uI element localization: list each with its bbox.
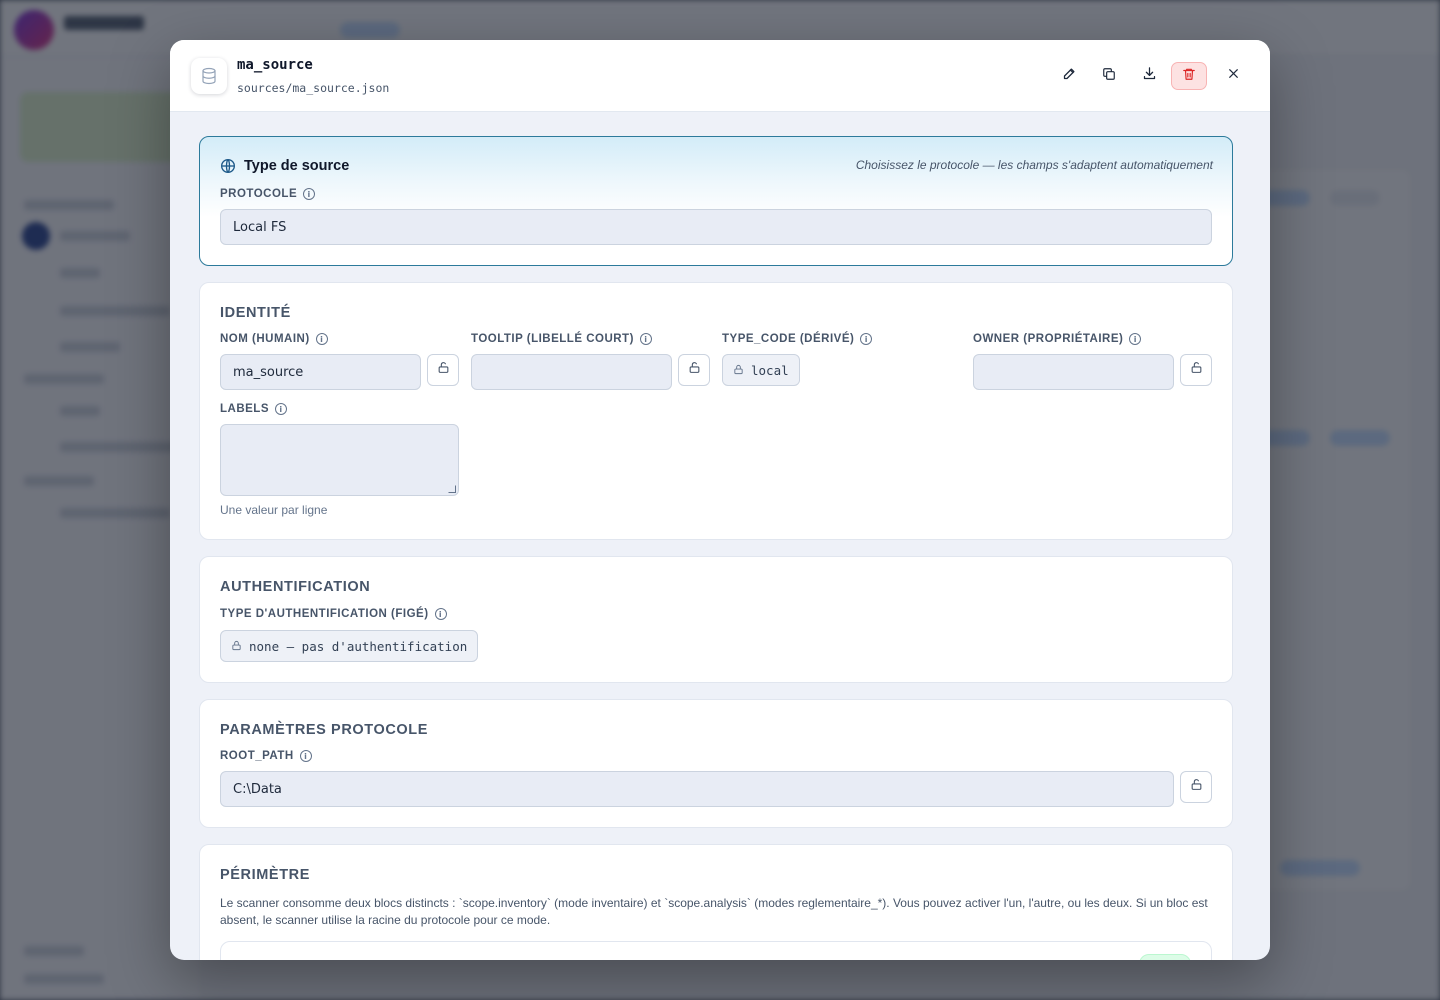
auth-type-label: TYPE D'AUTHENTIFICATION (FIGÉ) i bbox=[220, 608, 447, 620]
info-icon[interactable]: i bbox=[639, 333, 652, 345]
delete-button[interactable] bbox=[1171, 62, 1207, 90]
nom-lock-button[interactable] bbox=[427, 354, 459, 386]
tooltip-label: TOOLTIP (LIBELLÉ COURT) i bbox=[471, 333, 652, 345]
unlock-icon bbox=[1190, 778, 1203, 796]
scope-block[interactable] bbox=[220, 941, 1212, 960]
lock-icon bbox=[733, 363, 744, 378]
unlock-icon bbox=[688, 361, 701, 379]
modal-file-path: sources/ma_source.json bbox=[237, 81, 390, 95]
protocol-label: PROTOCOLE i bbox=[220, 188, 316, 200]
unlock-icon bbox=[437, 361, 450, 379]
root-path-label-text: ROOT_PATH bbox=[220, 750, 294, 762]
params-title: PARAMÈTRES PROTOCOLE bbox=[220, 722, 429, 738]
edit-button[interactable] bbox=[1051, 62, 1087, 90]
params-card: PARAMÈTRES PROTOCOLE ROOT_PATH i C:\Data bbox=[199, 699, 1233, 828]
info-icon[interactable]: i bbox=[860, 333, 873, 345]
protocol-card-hint: Choisissez le protocole — les champs s'a… bbox=[855, 158, 1213, 172]
download-button[interactable] bbox=[1131, 62, 1167, 90]
lock-icon bbox=[231, 639, 242, 654]
modal-body[interactable]: Type de source Choisissez le protocole —… bbox=[170, 112, 1270, 960]
type-code-chip: local bbox=[722, 354, 800, 386]
perimetre-title: PÉRIMÈTRE bbox=[220, 867, 310, 883]
owner-label-text: OWNER (PROPRIÉTAIRE) bbox=[973, 333, 1124, 345]
close-button[interactable] bbox=[1215, 62, 1251, 90]
info-icon[interactable]: i bbox=[434, 608, 447, 620]
tooltip-label-text: TOOLTIP (LIBELLÉ COURT) bbox=[471, 333, 634, 345]
root-path-lock-button[interactable] bbox=[1180, 771, 1212, 803]
labels-help: Une valeur par ligne bbox=[220, 503, 328, 517]
info-icon[interactable]: i bbox=[303, 188, 316, 200]
identity-title: IDENTITÉ bbox=[220, 305, 291, 321]
close-icon bbox=[1227, 67, 1240, 85]
duplicate-button[interactable] bbox=[1091, 62, 1127, 90]
root-path-input[interactable]: C:\Data bbox=[220, 771, 1174, 807]
protocol-select[interactable]: Local FS bbox=[220, 209, 1212, 245]
auth-title: AUTHENTIFICATION bbox=[220, 579, 371, 595]
database-icon bbox=[191, 58, 227, 94]
info-icon[interactable]: i bbox=[315, 333, 328, 345]
download-icon bbox=[1142, 66, 1157, 86]
source-editor-modal: ma_source sources/ma_source.json Type de… bbox=[170, 40, 1270, 960]
nom-input[interactable]: ma_source bbox=[220, 354, 421, 390]
edit-icon bbox=[1062, 66, 1077, 86]
labels-label-text: LABELS bbox=[220, 403, 269, 415]
auth-card: AUTHENTIFICATION TYPE D'AUTHENTIFICATION… bbox=[199, 556, 1233, 683]
protocol-card-title: Type de source bbox=[244, 158, 350, 174]
nom-label-text: NOM (HUMAIN) bbox=[220, 333, 310, 345]
protocol-card: Type de source Choisissez le protocole —… bbox=[199, 136, 1233, 266]
auth-type-chip: none — pas d'authentification bbox=[220, 630, 479, 662]
tooltip-lock-button[interactable] bbox=[678, 354, 710, 386]
auth-type-value: none — pas d'authentification bbox=[249, 638, 468, 654]
nom-label: NOM (HUMAIN) i bbox=[220, 333, 328, 345]
protocol-label-text: PROTOCOLE bbox=[220, 188, 298, 200]
info-icon[interactable]: i bbox=[275, 403, 287, 415]
perimetre-description: Le scanner consomme deux blocs distincts… bbox=[220, 896, 1208, 927]
auth-type-label-text: TYPE D'AUTHENTIFICATION (FIGÉ) bbox=[220, 608, 429, 620]
root-path-label: ROOT_PATH i bbox=[220, 750, 312, 762]
identity-card: IDENTITÉ NOM (HUMAIN) i ma_source TOOLTI… bbox=[199, 282, 1233, 540]
perimetre-card: PÉRIMÈTRE Le scanner consomme deux blocs… bbox=[199, 844, 1233, 960]
globe-icon bbox=[220, 158, 236, 179]
unlock-icon bbox=[1190, 361, 1203, 379]
info-icon[interactable]: i bbox=[299, 750, 312, 762]
owner-input[interactable] bbox=[973, 354, 1174, 390]
owner-lock-button[interactable] bbox=[1180, 354, 1212, 386]
copy-icon bbox=[1102, 67, 1116, 86]
status-badge bbox=[1139, 954, 1191, 960]
modal-header: ma_source sources/ma_source.json bbox=[170, 40, 1270, 112]
tooltip-input[interactable] bbox=[471, 354, 672, 390]
labels-textarea[interactable] bbox=[220, 424, 459, 496]
labels-label: LABELS i bbox=[220, 403, 287, 415]
type-code-label-text: TYPE_CODE (DÉRIVÉ) bbox=[722, 333, 855, 345]
type-code-label: TYPE_CODE (DÉRIVÉ) i bbox=[722, 333, 873, 345]
info-icon[interactable]: i bbox=[1129, 333, 1142, 345]
modal-title: ma_source bbox=[237, 57, 313, 73]
owner-label: OWNER (PROPRIÉTAIRE) i bbox=[973, 333, 1142, 345]
trash-icon bbox=[1182, 67, 1196, 86]
type-code-value: local bbox=[751, 362, 789, 378]
